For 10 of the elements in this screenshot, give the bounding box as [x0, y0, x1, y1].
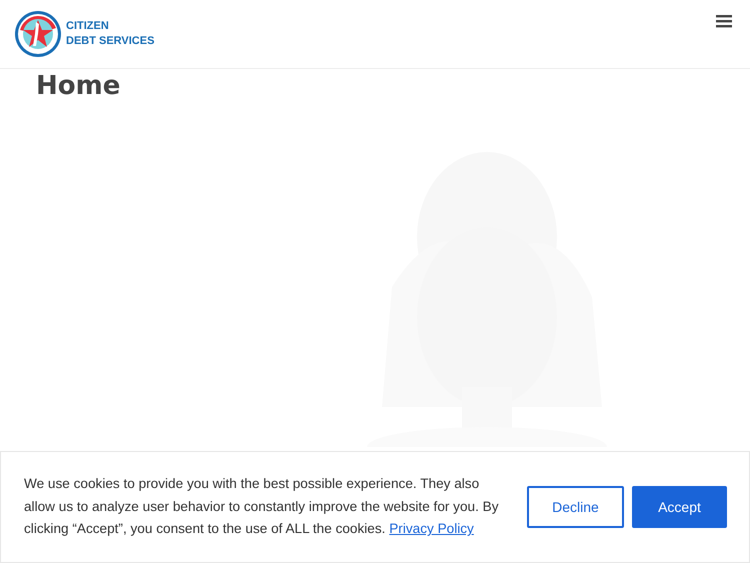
logo-icon [14, 10, 62, 58]
privacy-policy-link[interactable]: Privacy Policy [389, 521, 474, 536]
menu-icon [716, 14, 732, 28]
menu-button[interactable] [716, 14, 732, 28]
accept-button[interactable]: Accept [632, 486, 727, 528]
decline-button[interactable]: Decline [527, 486, 624, 528]
cookie-message: We use cookies to provide you with the best possible experience. They also allow us to analyze user behavior to constantly improve the website for you. By clicking “Accept”, you consent to the use of ALL the cookies. Privacy Policy [24, 475, 500, 538]
logo-text: DEBT SERVICES [66, 34, 154, 49]
logo-text: CITIZEN [66, 19, 110, 34]
page-title: Home [36, 71, 122, 101]
